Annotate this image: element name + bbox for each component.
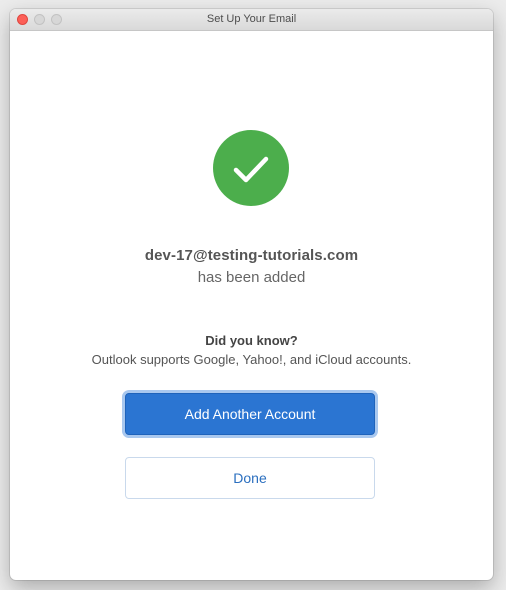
checkmark-icon — [233, 156, 269, 183]
setup-email-window: Set Up Your Email dev-17@testing-tutoria… — [10, 9, 493, 580]
tip-title: Did you know? — [205, 333, 298, 348]
window-title: Set Up Your Email — [206, 13, 297, 25]
checkmark-circle-icon — [213, 130, 289, 206]
added-email-address: dev-17@testing-tutorials.com — [144, 247, 359, 264]
title-bar: Set Up Your Email — [10, 9, 493, 31]
added-status-text: has been added — [197, 269, 306, 286]
done-button[interactable]: Done — [125, 457, 375, 499]
add-another-account-button[interactable]: Add Another Account — [125, 393, 375, 435]
tip-text: Outlook supports Google, Yahoo!, and iCl… — [91, 352, 412, 367]
